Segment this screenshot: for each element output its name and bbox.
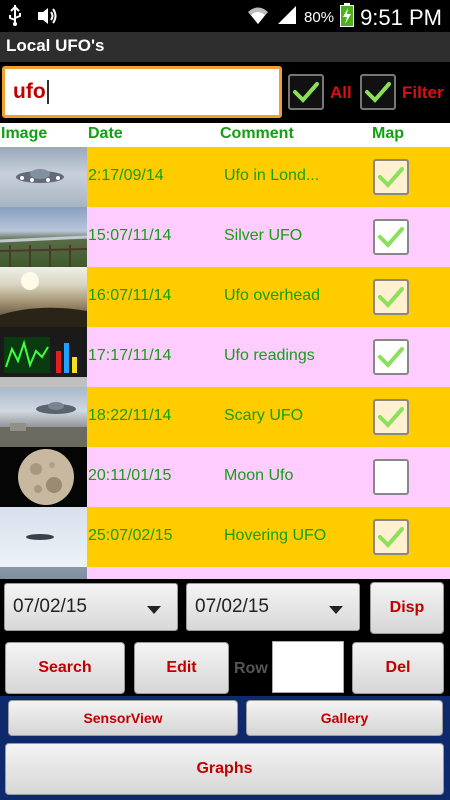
row-comment: Hovering UFO xyxy=(224,527,327,544)
checkmark-icon xyxy=(293,82,319,103)
search-button[interactable]: Search xyxy=(5,642,125,694)
row-label: Row xyxy=(234,660,268,677)
status-time: 9:51 PM xyxy=(360,4,442,30)
battery-percent: 80% xyxy=(304,9,335,26)
header-map: Map xyxy=(372,125,404,142)
row-date: 20:11/01/15 xyxy=(88,467,172,484)
dropdown-arrow-icon xyxy=(147,606,161,614)
ufo-thumbnail[interactable] xyxy=(0,567,87,579)
edit-button[interactable]: Edit xyxy=(134,642,229,694)
row-comment: Silver UFO xyxy=(224,227,303,244)
map-checkbox[interactable] xyxy=(373,519,409,555)
map-checkbox[interactable] xyxy=(373,159,409,195)
filter-checkbox[interactable] xyxy=(360,74,396,110)
map-checkbox[interactable] xyxy=(373,279,409,315)
checkmark-icon xyxy=(378,527,404,548)
battery-charging-icon xyxy=(340,3,355,32)
ufo-thumbnail[interactable] xyxy=(0,507,87,567)
ufo-thumbnail[interactable] xyxy=(0,147,87,207)
sensor-view-button[interactable]: SensorView xyxy=(8,700,238,736)
row-comment: Scary UFO xyxy=(224,407,304,424)
ufo-thumbnail[interactable] xyxy=(0,207,87,267)
app-title: Local UFO's xyxy=(0,32,450,62)
row-comment: Ufo in Lond... xyxy=(224,167,320,184)
ufo-table[interactable]: Image Date Comment Map 2:17/09/14 Ufo in… xyxy=(0,123,450,579)
search-input-value: ufo xyxy=(13,80,46,103)
map-checkbox[interactable] xyxy=(373,219,409,255)
status-bar: 80% 9:51 PM xyxy=(0,0,450,32)
ufo-thumbnail[interactable] xyxy=(0,267,87,327)
wifi-audio-icon xyxy=(36,5,58,32)
table-row[interactable]: 16:07/11/14 Ufo overhead xyxy=(0,267,450,327)
table-header: Image Date Comment Map xyxy=(0,123,450,147)
row-date: 15:07/11/14 xyxy=(88,227,172,244)
gallery-button[interactable]: Gallery xyxy=(246,700,443,736)
row-date: 16:07/11/14 xyxy=(88,287,172,304)
disp-button[interactable]: Disp xyxy=(370,582,444,634)
map-checkbox[interactable] xyxy=(373,399,409,435)
map-checkbox[interactable] xyxy=(373,339,409,375)
search-row: ufo All Filter xyxy=(0,62,450,122)
header-image: Image xyxy=(1,125,48,142)
date-from-value: 07/02/15 xyxy=(13,596,87,617)
checkmark-icon xyxy=(365,82,391,103)
table-row[interactable]: 2:17/09/14 Ufo in Lond... xyxy=(0,147,450,207)
table-row[interactable]: 20:11/01/15 Moon Ufo xyxy=(0,447,450,507)
ufo-thumbnail[interactable] xyxy=(0,387,87,447)
cell-signal-icon xyxy=(276,4,298,31)
table-row[interactable]: 15:07/11/14 Silver UFO xyxy=(0,207,450,267)
ufo-thumbnail[interactable] xyxy=(0,447,87,507)
dropdown-arrow-icon xyxy=(329,606,343,614)
table-row[interactable]: 25:07/02/15 Hovering UFO xyxy=(0,507,450,567)
map-checkbox[interactable] xyxy=(373,459,409,495)
checkmark-icon xyxy=(378,167,404,188)
row-comment: Moon Ufo xyxy=(224,467,294,484)
text-caret xyxy=(46,80,49,104)
filter-label: Filter xyxy=(402,83,444,102)
all-checkbox[interactable] xyxy=(288,74,324,110)
row-number-input[interactable] xyxy=(272,641,344,693)
all-label: All xyxy=(330,83,352,102)
row-date: 2:17/09/14 xyxy=(88,167,164,184)
row-date: 17:17/11/14 xyxy=(88,347,172,364)
app-screen: 80% 9:51 PM Local UFO's ufo All Filter I… xyxy=(0,0,450,800)
header-date: Date xyxy=(88,125,123,142)
date-to-spinner[interactable]: 07/02/15 xyxy=(186,583,360,631)
row-date: 25:07/02/15 xyxy=(88,527,173,544)
wifi-signal-icon xyxy=(246,4,270,31)
table-row[interactable]: 18:22/11/14 Scary UFO xyxy=(0,387,450,447)
table-row[interactable]: 17:17/11/14 Ufo readings xyxy=(0,327,450,387)
ufo-thumbnail[interactable] xyxy=(0,327,87,387)
date-to-value: 07/02/15 xyxy=(195,596,269,617)
usb-icon xyxy=(8,5,22,32)
del-button[interactable]: Del xyxy=(352,642,444,694)
graphs-button[interactable]: Graphs xyxy=(5,743,444,795)
checkmark-icon xyxy=(378,407,404,428)
checkmark-icon xyxy=(378,227,404,248)
row-date: 18:22/11/14 xyxy=(88,407,172,424)
checkmark-icon xyxy=(378,287,404,308)
row-comment: Ufo readings xyxy=(224,347,315,364)
date-from-spinner[interactable]: 07/02/15 xyxy=(4,583,178,631)
header-comment: Comment xyxy=(220,125,294,142)
row-comment: Ufo overhead xyxy=(224,287,321,304)
checkmark-icon xyxy=(378,347,404,368)
table-row[interactable] xyxy=(0,567,450,579)
search-input[interactable]: ufo xyxy=(2,66,282,118)
